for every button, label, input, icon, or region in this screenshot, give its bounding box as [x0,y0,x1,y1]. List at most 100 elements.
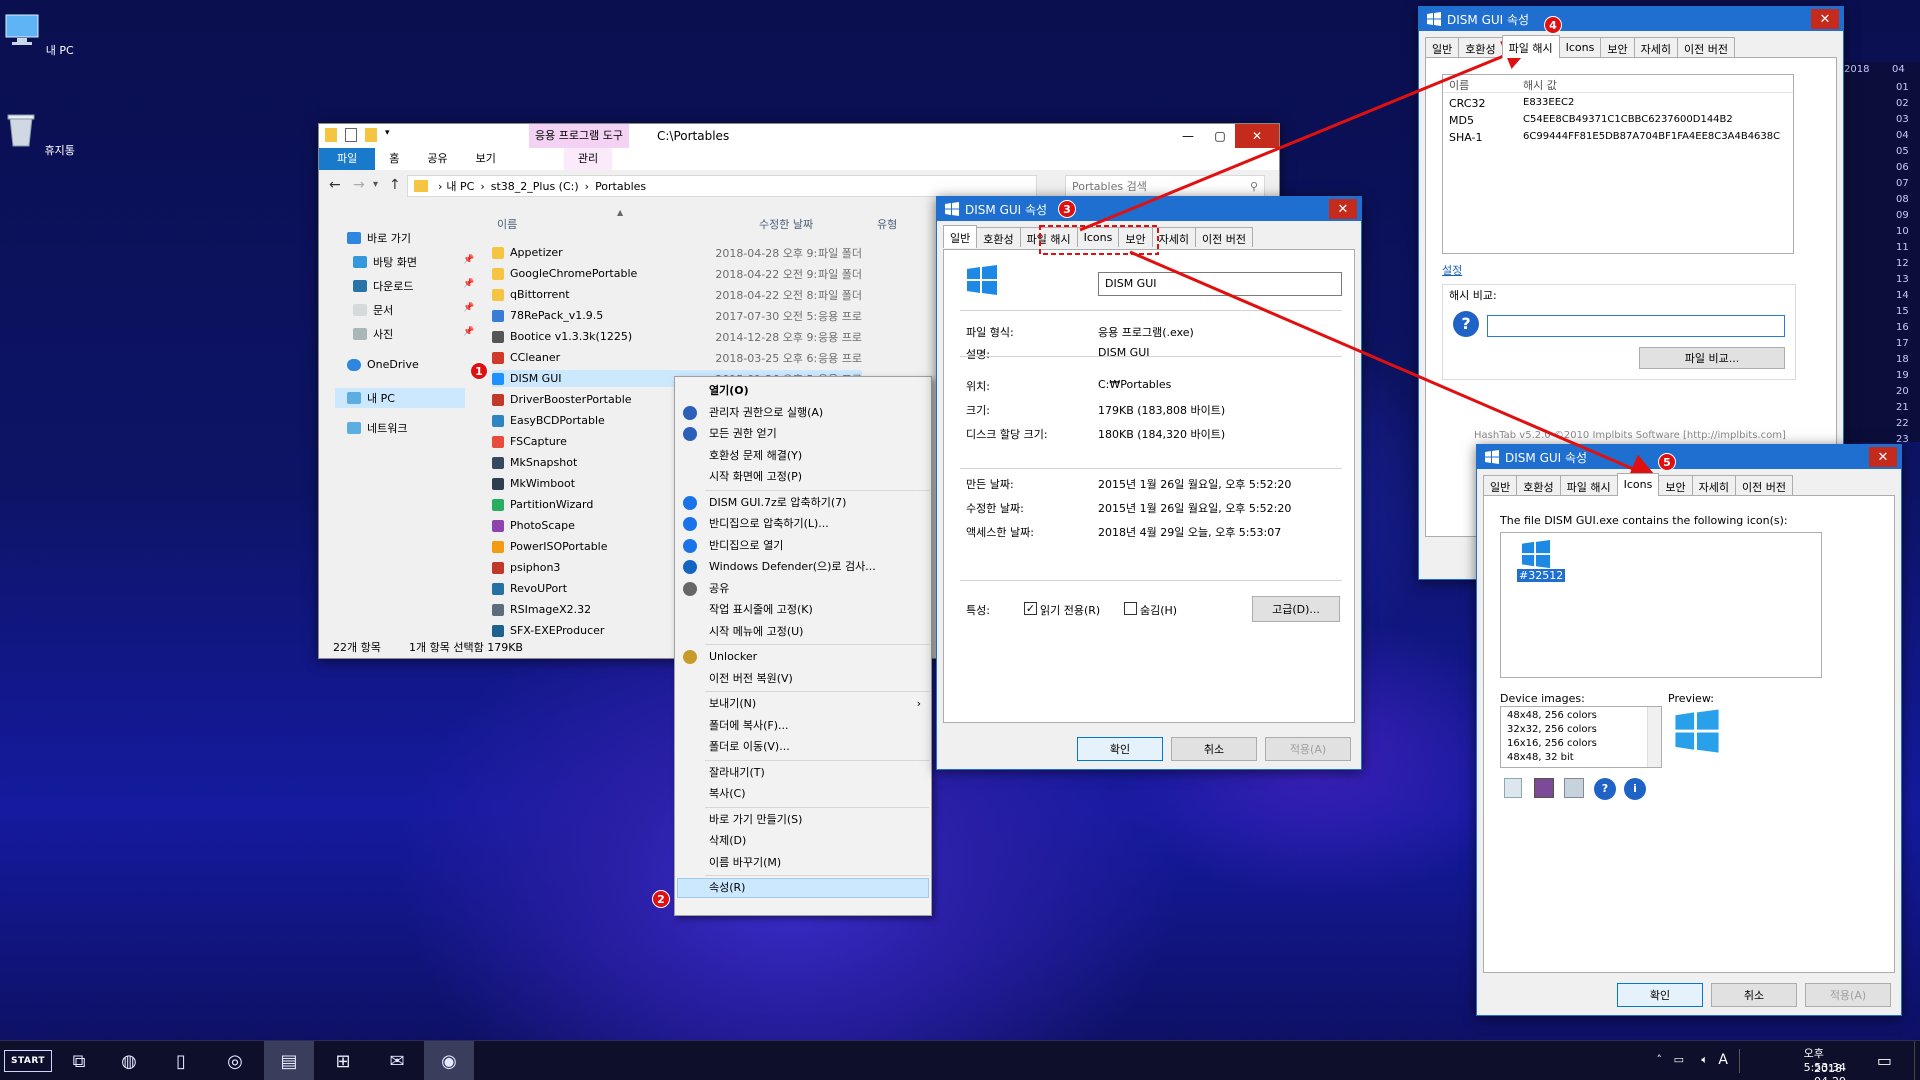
menu-item[interactable]: 이름 바꾸기(M) [709,853,781,873]
dialog-tab[interactable]: 보안 [1600,37,1635,57]
nav-forward-icon[interactable]: → [353,177,365,193]
volume-icon[interactable]: 🔈︎ [1701,1053,1708,1067]
icon-thumbnail[interactable] [1521,539,1551,569]
dialog-tab[interactable]: 자세히 [1633,37,1678,57]
hash-value[interactable]: C54EE8CB49371C1CBBC6237600D144B2 [1523,114,1733,125]
breadcrumb-root[interactable]: 내 PC [446,178,474,194]
scrollbar[interactable] [1647,707,1661,767]
hash-compare-input[interactable] [1487,315,1785,337]
dialog-tab[interactable]: 호환성 [1458,37,1503,57]
close-button[interactable]: ✕ [1329,199,1357,219]
menu-item[interactable]: 공유 [709,579,729,599]
menu-item[interactable]: 호환성 문제 해결(Y) [709,446,802,466]
dialog-tab[interactable]: 이전 버전 [1194,227,1253,247]
hidden-checkbox[interactable] [1124,602,1137,615]
dialog-tab[interactable]: 이전 버전 [1734,475,1793,495]
dialog-tab[interactable]: 파일 해시 [1501,35,1560,58]
desktop-icon-recycle-bin[interactable]: 휴지통 [0,110,78,158]
recent-locations-icon[interactable]: ▾ [373,179,378,190]
copy-icon[interactable] [1504,778,1522,798]
menu-item[interactable]: 폴더에 복사(F)... [709,716,789,736]
nav-onedrive[interactable]: OneDrive [347,358,419,371]
hash-name[interactable]: CRC32 [1449,97,1485,110]
calendar-day[interactable]: 05 [1896,146,1909,157]
properties-icon[interactable] [345,128,357,142]
address-bar[interactable]: › 내 PC › st38_2_Plus (C:) › Portables [407,175,1037,197]
menu-item[interactable]: 작업 표시줄에 고정(K) [709,600,813,620]
input-language[interactable]: A [1718,1052,1728,1068]
advanced-button[interactable]: 고급(D)... [1252,596,1340,622]
dialog-tab[interactable]: 자세히 [1691,475,1736,495]
calendar-day[interactable]: 14 [1896,290,1909,301]
globe-icon[interactable]: ◍ [104,1041,154,1080]
device-image-item[interactable]: 16x16, 256 colors [1507,738,1597,749]
nav-this-pc[interactable]: 내 PC [335,388,465,408]
nav-up-icon[interactable]: ↑ [389,177,401,193]
file-row[interactable]: Bootice v1.3.3k(1225) 2014-12-28 오후 9: 응용 … [492,328,862,345]
close-button[interactable]: ✕ [1235,124,1279,148]
menu-item[interactable]: Unlocker [709,647,757,667]
compare-file-button[interactable]: 파일 비교... [1639,347,1785,369]
minimize-button[interactable]: — [1173,124,1203,148]
help-icon[interactable]: ? [1594,778,1616,800]
show-desktop-button[interactable] [1914,1041,1920,1080]
apply-button[interactable]: 적용(A) [1265,737,1351,761]
menu-item[interactable]: 열기(O) [709,381,749,401]
calendar-day[interactable]: 21 [1896,402,1909,413]
calendar-day[interactable]: 18 [1896,354,1909,365]
tray-chevron-icon[interactable]: ˄ [1657,1053,1663,1066]
new-folder-icon[interactable] [365,128,377,142]
nav-pictures[interactable]: 사진 [353,326,393,342]
calendar-day[interactable]: 08 [1896,194,1909,205]
column-header-name[interactable]: 이름 [497,216,517,232]
calendar-day[interactable]: 03 [1896,114,1909,125]
calendar-day[interactable]: 09 [1896,210,1909,221]
ok-button[interactable]: 확인 [1077,737,1163,761]
dialog-tab[interactable]: 일반 [943,225,978,248]
device-image-item[interactable]: 48x48, 256 colors [1507,710,1597,721]
maximize-button[interactable]: ▢ [1205,124,1235,148]
export-icon[interactable] [1564,778,1584,798]
nav-downloads[interactable]: 다운로드 [353,278,413,294]
menu-item[interactable]: 복사(C) [709,784,746,804]
menu-item[interactable]: 관리자 권한으로 실행(A) [709,403,823,423]
calendar-day[interactable]: 02 [1896,98,1909,109]
clock-date[interactable]: 2018-04-29 [1814,1062,1846,1080]
column-header-date[interactable]: 수정한 날짜 [759,216,813,232]
hash-column-name[interactable]: 이름 [1449,77,1469,93]
device-image-item[interactable]: 32x32, 256 colors [1507,724,1597,735]
device-image-item[interactable]: 48x48, 32 bit [1507,752,1574,763]
ribbon-tab-manage[interactable]: 관리 [563,148,613,170]
menu-item[interactable]: Windows Defender(으)로 검사... [709,557,876,577]
calendar-day[interactable]: 19 [1896,370,1909,381]
breadcrumb-drive[interactable]: st38_2_Plus (C:) [491,180,579,193]
menu-item[interactable]: 시작 메뉴에 고정(U) [709,622,803,642]
column-header-type[interactable]: 유형 [877,216,897,232]
menu-item[interactable]: 속성(R) [709,878,745,898]
dialog-tab[interactable]: 보안 [1118,227,1153,247]
info-icon[interactable]: i [1624,778,1646,800]
file-row[interactable]: 78RePack_v1.9.5 2017-07-30 오전 5: 응용 프로 [492,307,862,324]
file-row[interactable]: qBittorrent 2018-04-22 오전 8: 파일 폴더 [492,286,862,303]
breadcrumb-folder[interactable]: Portables [595,180,646,193]
menu-item[interactable]: 바로 가기 만들기(S) [709,810,802,830]
filename-input[interactable]: DISM GUI [1098,272,1342,296]
dialog-tab[interactable]: 호환성 [976,227,1021,247]
ribbon-tab-file[interactable]: 파일 [319,148,376,170]
nav-desktop[interactable]: 바탕 화면 [353,254,417,270]
nav-documents[interactable]: 문서 [353,302,393,318]
calendar-day[interactable]: 20 [1896,386,1909,397]
search-input[interactable]: Portables 검색 ⚲ [1065,175,1265,197]
mail-icon[interactable]: ✉ [372,1041,422,1080]
hash-value[interactable]: 6C99444FF81E5DB87A704BF1FA4EE8C3A4B4638C [1523,131,1780,142]
menu-item[interactable]: DISM GUI.7z로 압축하기(7) [709,493,846,513]
nav-network[interactable]: 네트워크 [347,420,407,436]
apply-button[interactable]: 적용(A) [1805,983,1891,1007]
desktop-icon-this-pc[interactable]: 내 PC [0,10,78,58]
device-images-list[interactable]: 48x48, 256 colors 32x32, 256 colors 16x16,… [1500,706,1662,768]
settings-link[interactable]: 설정 [1442,262,1462,278]
calendar-day[interactable]: 16 [1896,322,1909,333]
menu-item[interactable]: 잘라내기(T) [709,763,765,783]
chevron-down-icon[interactable]: ▾ [385,128,390,142]
close-button[interactable]: ✕ [1869,447,1897,467]
